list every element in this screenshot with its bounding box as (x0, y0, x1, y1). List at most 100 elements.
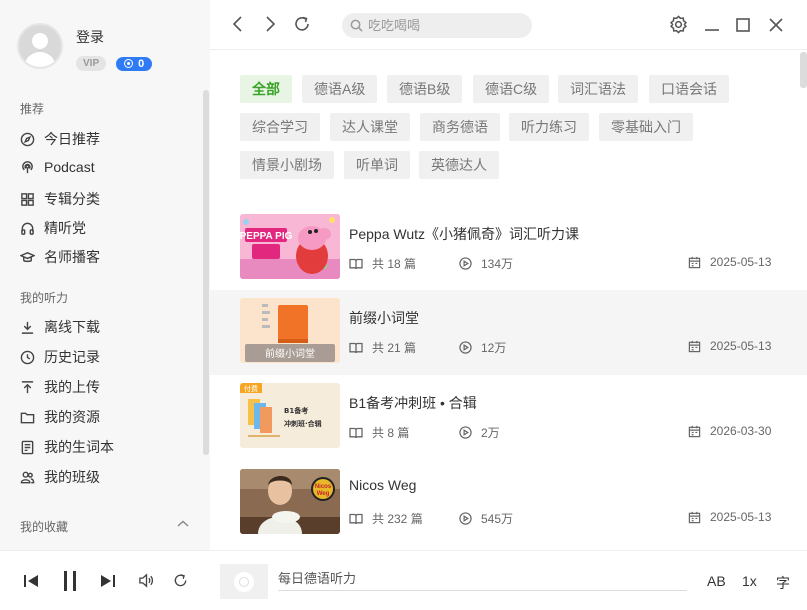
track-title: 每日德语听力 (278, 571, 357, 586)
top-bar (210, 0, 807, 50)
download-icon (21, 321, 34, 334)
tag-scenes[interactable]: 情景小剧场 (240, 151, 334, 179)
tag-all[interactable]: 全部 (240, 75, 292, 103)
tag-beginner[interactable]: 零基础入门 (599, 113, 693, 141)
search-box[interactable] (342, 13, 532, 38)
next-button[interactable] (100, 573, 116, 592)
update-date: 2025-05-13 (688, 339, 771, 353)
tag-vocab-grammar[interactable]: 词汇语法 (558, 75, 638, 103)
login-link[interactable]: 登录 (76, 27, 152, 47)
play-pause-button[interactable] (61, 570, 79, 595)
vip-badge[interactable]: VIP (76, 56, 107, 71)
book-icon (349, 513, 363, 524)
tag-words[interactable]: 听单词 (344, 151, 410, 179)
coin-badge[interactable]: 0 (116, 56, 153, 71)
album-item[interactable]: PEPPA PIG Peppa Wutz《小猪佩奇》词汇听力课 共 18 篇 1… (210, 206, 807, 291)
album-title[interactable]: B1备考冲刺班 • 合辑 (349, 393, 477, 413)
back-button[interactable] (230, 15, 246, 36)
episode-count: 共 21 篇 (349, 339, 416, 356)
update-date: 2026-03-30 (688, 424, 771, 438)
play-count: 545万 (459, 510, 513, 527)
maximize-button[interactable] (735, 17, 751, 36)
sidebar-item-downloads[interactable]: 离线下载 (20, 317, 100, 337)
sidebar-item-uploads[interactable]: 我的上传 (20, 377, 100, 397)
album-item[interactable]: Nicos Weg Nicos Weg 共 232 篇 545万 2025-05… (210, 461, 807, 546)
album-item[interactable]: 前缀小词堂 前缀小词堂 共 21 篇 12万 2025-05-13 (210, 290, 807, 375)
tag-listening[interactable]: 听力练习 (509, 113, 589, 141)
play-circle-icon (459, 257, 472, 270)
volume-button[interactable] (138, 572, 155, 592)
tag-german-c[interactable]: 德语C级 (473, 75, 550, 103)
playback-speed-button[interactable]: 1x (742, 573, 757, 589)
clock-icon (20, 350, 35, 364)
loop-button[interactable] (172, 572, 189, 592)
album-art-placeholder[interactable] (220, 564, 268, 599)
album-item[interactable]: 付费 B1备考 冲刺班·合辑 B1备考冲刺班 • 合辑 共 8 篇 2万 202… (210, 375, 807, 460)
album-cover: Nicos Weg (240, 469, 340, 534)
book-icon (349, 258, 363, 269)
chevron-left-icon (232, 16, 242, 32)
avatar[interactable] (17, 23, 63, 69)
forward-button[interactable] (262, 15, 278, 36)
progress-bar[interactable] (278, 590, 687, 591)
book-icon (349, 342, 363, 353)
ab-repeat-button[interactable]: AB (707, 573, 726, 589)
refresh-button[interactable] (293, 15, 311, 36)
update-date: 2025-05-13 (688, 255, 771, 269)
notebook-icon (21, 440, 34, 454)
tag-spoken[interactable]: 口语会话 (649, 75, 729, 103)
sidebar-item-today[interactable]: 今日推荐 (20, 129, 100, 149)
settings-button[interactable] (669, 15, 688, 37)
sidebar-item-podcast[interactable]: Podcast (20, 159, 95, 175)
sidebar-item-resources[interactable]: 我的资源 (20, 407, 100, 427)
sidebar-item-categories[interactable]: 专辑分类 (20, 189, 100, 209)
headphones-icon (21, 222, 34, 235)
sidebar-item-intensive[interactable]: 精听党 (20, 218, 86, 238)
episode-count: 共 232 篇 (349, 510, 423, 527)
sidebar-item-history[interactable]: 历史记录 (20, 347, 100, 367)
section-title-favorites: 我的收藏 (20, 520, 69, 534)
play-circle-icon (459, 426, 472, 439)
search-input[interactable] (368, 18, 518, 33)
gear-icon (670, 15, 687, 34)
close-icon (769, 18, 783, 32)
tag-german-b[interactable]: 德语B级 (387, 75, 463, 103)
album-cover: PEPPA PIG (240, 214, 340, 279)
section-title-recommend: 推荐 (20, 102, 45, 116)
tag-en-de[interactable]: 英德达人 (419, 151, 499, 179)
tag-expert-class[interactable]: 达人课堂 (330, 113, 410, 141)
tag-business[interactable]: 商务德语 (420, 113, 500, 141)
pause-icon (64, 571, 76, 591)
calendar-icon (688, 425, 701, 437)
update-date: 2025-05-13 (688, 510, 771, 524)
user-profile[interactable]: 登录 VIP 0 (17, 23, 153, 71)
episode-count: 共 18 篇 (349, 255, 416, 272)
section-title-my-listening: 我的听力 (20, 291, 69, 305)
minimize-button[interactable] (704, 17, 720, 36)
play-count: 134万 (459, 255, 513, 272)
maximize-icon (736, 18, 750, 32)
sidebar-item-teachers[interactable]: 名师播客 (20, 247, 100, 267)
previous-button[interactable] (23, 573, 39, 592)
tag-german-a[interactable]: 德语A级 (302, 75, 378, 103)
chevron-right-icon (266, 16, 276, 32)
chevron-up-icon[interactable] (176, 519, 190, 529)
sidebar-item-vocabulary[interactable]: 我的生词本 (20, 437, 114, 457)
album-title[interactable]: 前缀小词堂 (349, 308, 419, 328)
volume-icon (139, 573, 154, 588)
svg-text:PEPPA PIG: PEPPA PIG (240, 231, 293, 242)
sidebar-item-classes[interactable]: 我的班级 (20, 467, 100, 487)
refresh-icon (295, 16, 309, 31)
tag-comprehensive[interactable]: 综合学习 (240, 113, 320, 141)
episode-count: 共 8 篇 (349, 424, 409, 441)
album-cover: 前缀小词堂 (240, 298, 340, 363)
album-title[interactable]: Nicos Weg (349, 477, 416, 493)
svg-text:B1备考: B1备考 (284, 406, 308, 415)
play-count: 2万 (459, 424, 500, 441)
sidebar: 登录 VIP 0 推荐 今日推荐 Podcast 专辑分类 精听党 名师播客 我… (0, 0, 210, 550)
album-title[interactable]: Peppa Wutz《小猪佩奇》词汇听力课 (349, 224, 579, 244)
player-bar: 每日德语听力 AB 1x 字 (0, 550, 807, 610)
close-button[interactable] (768, 17, 784, 36)
sidebar-scrollbar[interactable] (203, 90, 209, 455)
subtitle-button[interactable]: 字 (776, 573, 790, 593)
